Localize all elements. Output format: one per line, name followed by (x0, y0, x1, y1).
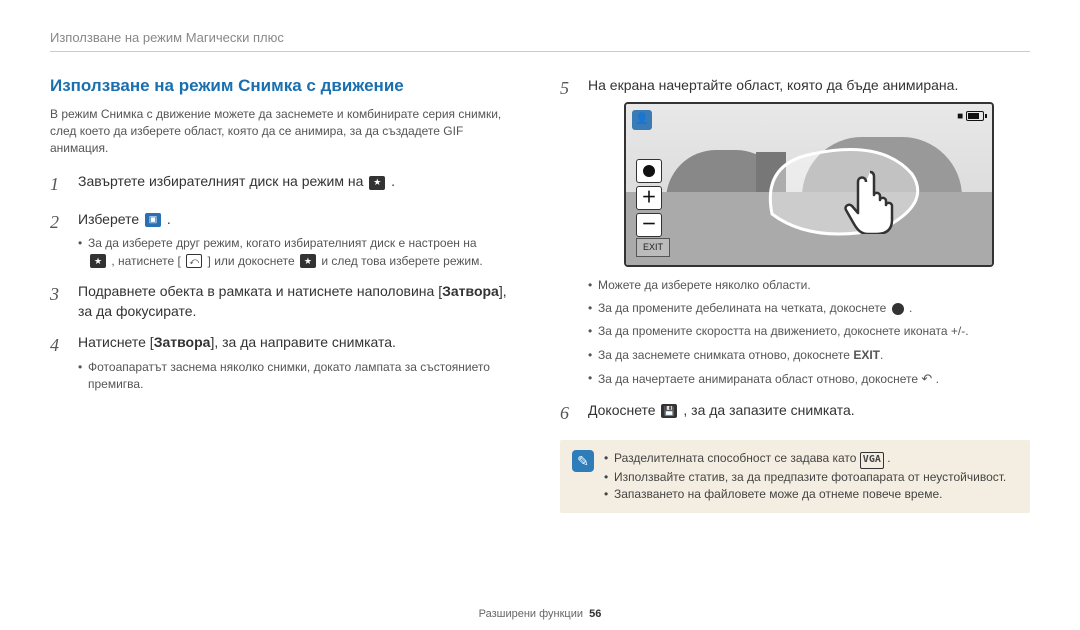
speed-minus-button[interactable]: － (636, 213, 662, 237)
tool-column: ＋ － (636, 159, 662, 237)
mode-star-icon: ★ (90, 254, 106, 268)
section-title: Използване на режим Снимка с движение (50, 76, 520, 96)
speed-plus-button[interactable]: ＋ (636, 186, 662, 210)
sub-text: и след това изберете режим. (321, 254, 482, 268)
step-text: , за да запазите снимката. (683, 402, 854, 418)
step-body: Докоснете 💾 , за да запазите снимката. (588, 401, 1030, 426)
note-text: . (887, 451, 890, 465)
step-sub: За да изберете друг режим, когато избира… (78, 235, 520, 270)
vga-icon: VGA (860, 452, 884, 469)
step-text: ], за да направите снимката. (210, 334, 396, 350)
step-text: Завъртете избирателният диск на режим на (78, 173, 367, 189)
sub-text: . (936, 372, 939, 386)
info-icon: ✎ (572, 450, 594, 472)
note-item: Използвайте статив, за да предпазите фот… (604, 469, 1018, 486)
footer-page-number: 56 (589, 608, 601, 620)
save-icon: 💾 (661, 404, 677, 418)
step-text: На екрана начертайте област, която да бъ… (588, 77, 958, 93)
step-body: Подравнете обекта в рамката и натиснете … (78, 282, 520, 321)
step-1: 1 Завъртете избирателният диск на режим … (50, 172, 520, 197)
step-number: 6 (560, 401, 578, 426)
step-text: Докоснете (588, 402, 659, 418)
sub-text: За да изберете друг режим, когато избира… (88, 236, 477, 250)
mode-star-icon: ★ (369, 176, 385, 190)
hand-pointer-icon (842, 164, 902, 234)
brush-dot-icon (892, 303, 904, 315)
step-text: . (167, 211, 171, 227)
brush-size-button[interactable] (636, 159, 662, 183)
camera-screen-illustration: 👤 ■ ＋ － EXIT (624, 102, 994, 267)
status-square-icon: ■ (957, 111, 963, 122)
undo-icon: ↶ (921, 370, 932, 389)
sub-text: , натиснете [ (111, 254, 181, 268)
step-body: Изберете ▣ . За да изберете друг режим, … (78, 210, 520, 270)
note-text: Разделителната способност се задава като (614, 451, 860, 465)
sub-text: . (880, 348, 883, 362)
step-2: 2 Изберете ▣ . За да изберете друг режим… (50, 210, 520, 270)
back-button-icon: ⤺ (186, 254, 202, 268)
step-sub: За да промените дебелината на четката, д… (588, 300, 1030, 317)
step-sub: За да начертаете анимираната област отно… (588, 370, 1030, 389)
left-column: Използване на режим Снимка с движение В … (50, 76, 520, 513)
motion-photo-icon: ▣ (145, 213, 161, 227)
content-columns: Използване на режим Снимка с движение В … (50, 76, 1030, 513)
step-text: Подравнете обекта в рамката и натиснете … (78, 283, 442, 299)
sub-text: За да промените дебелината на четката, д… (598, 301, 890, 315)
step-text: Натиснете [ (78, 334, 154, 350)
person-icon: 👤 (632, 110, 652, 130)
step-3: 3 Подравнете обекта в рамката и натиснет… (50, 282, 520, 321)
step-text: . (391, 173, 395, 189)
status-icons: ■ (957, 110, 984, 124)
note-item: Запазването на файловете може да отнеме … (604, 486, 1018, 503)
exit-bold: EXIT (853, 348, 880, 362)
page-footer: Разширени функции 56 (0, 608, 1080, 620)
step-body: Завъртете избирателният диск на режим на… (78, 172, 520, 197)
step-body: На екрана начертайте област, която да бъ… (588, 76, 1030, 389)
step-number: 2 (50, 210, 68, 270)
step-body: Натиснете [Затвора], за да направите сни… (78, 333, 520, 393)
header-breadcrumb: Използване на режим Магически плюс (50, 30, 1030, 52)
shutter-bold: Затвора (154, 334, 211, 350)
step-sub: За да заснемете снимката отново, докосне… (588, 347, 1030, 364)
note-list: Разделителната способност се задава като… (604, 450, 1018, 503)
sub-text: ] или докоснете (208, 254, 298, 268)
sub-text: . (909, 301, 912, 315)
shutter-bold: Затвора (442, 283, 499, 299)
step-text: Изберете (78, 211, 143, 227)
step-number: 1 (50, 172, 68, 197)
step-4: 4 Натиснете [Затвора], за да направите с… (50, 333, 520, 393)
step-6: 6 Докоснете 💾 , за да запазите снимката. (560, 401, 1030, 426)
step-sub: Фотоапаратът заснема няколко снимки, док… (78, 359, 520, 394)
footer-section: Разширени функции (479, 608, 583, 620)
note-box: ✎ Разделителната способност се задава ка… (560, 440, 1030, 513)
exit-button[interactable]: EXIT (636, 238, 670, 257)
right-column: 5 На екрана начертайте област, която да … (560, 76, 1030, 513)
intro-paragraph: В режим Снимка с движение можете да засн… (50, 106, 520, 156)
step-number: 4 (50, 333, 68, 393)
note-item: Разделителната способност се задава като… (604, 450, 1018, 469)
step-5: 5 На екрана начертайте област, която да … (560, 76, 1030, 389)
sub-text: За да заснемете снимката отново, докосне… (598, 348, 853, 362)
battery-icon (966, 111, 984, 121)
step-number: 3 (50, 282, 68, 321)
step-sub: За да промените скоростта на движението,… (588, 323, 1030, 340)
mode-star-icon: ★ (300, 254, 316, 268)
step-sub: Можете да изберете няколко области. (588, 277, 1030, 294)
sub-text: За да начертаете анимираната област отно… (598, 372, 921, 386)
step-number: 5 (560, 76, 578, 389)
